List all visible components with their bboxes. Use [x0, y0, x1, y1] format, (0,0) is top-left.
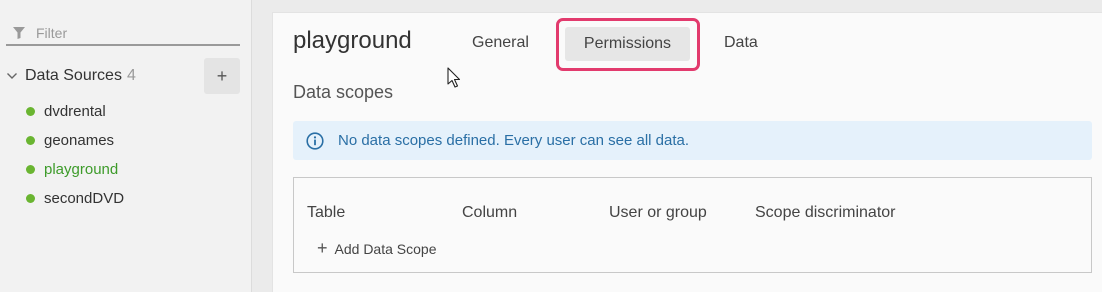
filter-icon: [13, 27, 25, 39]
page-title: playground: [293, 27, 412, 54]
main-panel: playground General Permissions Data Data…: [272, 12, 1102, 292]
data-sources-count: 4: [126, 67, 136, 84]
column-header-column: Column: [462, 204, 518, 221]
column-header-table: Table: [307, 204, 346, 221]
info-icon: [306, 131, 324, 150]
column-header-scope-discriminator: Scope discriminator: [755, 204, 896, 221]
data-source-item-dvdrental[interactable]: dvdrental: [26, 97, 124, 126]
tab-data[interactable]: Data: [724, 34, 758, 52]
add-data-scope-label: Add Data Scope: [334, 240, 437, 257]
add-data-source-button[interactable]: +: [204, 58, 240, 94]
data-source-label: playground: [44, 161, 119, 178]
tab-permissions[interactable]: Permissions: [565, 27, 690, 61]
chevron-down-icon[interactable]: [6, 70, 18, 82]
data-scopes-table: Table Column User or group Scope discrim…: [293, 177, 1092, 273]
column-header-user-or-group: User or group: [609, 204, 707, 221]
data-source-label: geonames: [44, 132, 115, 149]
mouse-cursor-icon: [447, 67, 461, 88]
add-data-scope-button[interactable]: + Add Data Scope: [317, 238, 436, 259]
sidebar: Filter Data Sources 4 + dvdrental geonam…: [0, 0, 252, 292]
filter-input[interactable]: Filter: [6, 22, 240, 46]
data-source-item-seconddvd[interactable]: secondDVD: [26, 184, 124, 213]
status-dot-icon: [26, 165, 35, 174]
data-source-item-geonames[interactable]: geonames: [26, 126, 124, 155]
info-text: No data scopes defined. Every user can s…: [338, 132, 690, 149]
status-dot-icon: [26, 194, 35, 203]
data-sources-label: Data Sources: [25, 67, 122, 84]
filter-placeholder: Filter: [36, 25, 68, 41]
data-source-list: dvdrental geonames playground secondDVD: [26, 97, 124, 213]
data-source-label: secondDVD: [44, 190, 125, 207]
data-source-item-playground[interactable]: playground: [26, 155, 124, 184]
status-dot-icon: [26, 107, 35, 116]
data-source-label: dvdrental: [44, 103, 106, 120]
plus-icon: +: [317, 238, 328, 258]
section-title: Data scopes: [293, 82, 394, 102]
tab-general[interactable]: General: [472, 34, 529, 52]
info-banner: No data scopes defined. Every user can s…: [293, 121, 1092, 160]
status-dot-icon: [26, 136, 35, 145]
